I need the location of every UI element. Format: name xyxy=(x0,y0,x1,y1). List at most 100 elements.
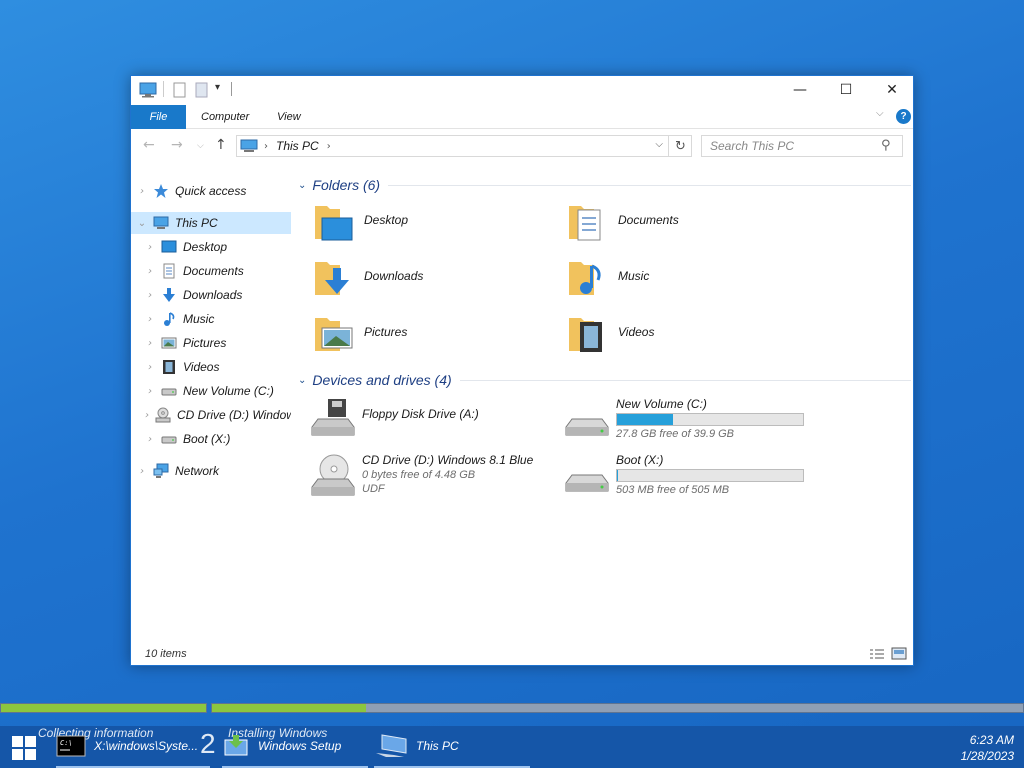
content-pane: ⌄ Folders (6) Desktop Documents Download… xyxy=(294,171,911,641)
this-pc-icon xyxy=(376,734,407,757)
hard-drive-icon xyxy=(565,418,609,436)
nav-item-videos[interactable]: › Videos xyxy=(131,356,291,378)
devices-group-header[interactable]: ⌄ Devices and drives (4) xyxy=(294,369,911,391)
documents-folder-icon xyxy=(569,206,601,241)
customize-quick-access-icon[interactable]: ▾ xyxy=(215,82,220,93)
taskbar-cmd[interactable]: C:\ X:\windows\Syste... xyxy=(56,726,210,768)
cd-drive-icon xyxy=(155,407,171,423)
expand-chevron-icon[interactable]: › xyxy=(137,466,147,477)
folder-documents[interactable]: Documents xyxy=(566,195,816,245)
address-dropdown-icon[interactable]: ⌵ xyxy=(655,139,663,150)
breadcrumb-separator-icon[interactable]: › xyxy=(264,141,268,152)
drive-cd-d[interactable]: CD Drive (D:) Windows 8.1 Blue 0 bytes f… xyxy=(308,453,568,507)
search-input[interactable]: Search This PC xyxy=(701,135,903,157)
ribbon: File Computer View ⌵ ? xyxy=(131,105,913,129)
nav-item-cd-drive-d[interactable]: › CD Drive (D:) Windows 8.1 Blue xyxy=(131,404,291,426)
network-icon xyxy=(153,463,169,478)
nav-item-desktop[interactable]: › Desktop xyxy=(131,236,291,258)
help-icon[interactable]: ? xyxy=(896,109,911,124)
expand-ribbon-icon[interactable]: ⌵ xyxy=(876,108,884,119)
windows-start-icon[interactable] xyxy=(12,736,36,760)
nav-item-this-pc[interactable]: ⌄ This PC xyxy=(131,212,291,234)
usage-bar-x xyxy=(616,469,804,482)
tab-file[interactable]: File xyxy=(131,105,186,129)
nav-item-network[interactable]: › Network xyxy=(131,460,291,482)
search-icon[interactable]: ⚲ xyxy=(881,138,907,153)
details-view-icon[interactable] xyxy=(869,648,885,660)
nav-item-downloads[interactable]: › Downloads xyxy=(131,284,291,306)
music-icon xyxy=(164,312,175,326)
expand-chevron-icon[interactable]: › xyxy=(145,386,155,397)
refresh-icon[interactable]: ↻ xyxy=(668,135,692,157)
folder-videos[interactable]: Videos xyxy=(566,307,816,357)
breadcrumb-this-pc[interactable]: This PC xyxy=(276,139,319,153)
large-icons-view-icon[interactable] xyxy=(891,647,907,661)
nav-item-quick-access[interactable]: › Quick access xyxy=(131,180,291,202)
pc-icon xyxy=(240,139,258,152)
nav-item-music[interactable]: › Music xyxy=(131,308,291,330)
floppy-drive-icon xyxy=(311,399,355,436)
folder-pictures[interactable]: Pictures xyxy=(312,307,562,357)
minimize-button[interactable]: — xyxy=(777,76,823,104)
up-icon[interactable]: ↑ xyxy=(215,137,227,153)
expand-chevron-icon[interactable]: › xyxy=(145,410,149,421)
nav-item-new-volume-c[interactable]: › New Volume (C:) xyxy=(131,380,291,402)
nav-item-documents[interactable]: › Documents xyxy=(131,260,291,282)
expand-chevron-icon[interactable]: › xyxy=(137,186,147,197)
drive-new-volume-c[interactable]: New Volume (C:) 27.8 GB free of 39.9 GB xyxy=(562,397,822,451)
folder-desktop[interactable]: Desktop xyxy=(312,195,562,245)
nav-item-boot-x[interactable]: › Boot (X:) xyxy=(131,428,291,450)
usage-fill xyxy=(617,470,618,481)
drive-floppy-a[interactable]: Floppy Disk Drive (A:) xyxy=(308,397,568,451)
breadcrumb-separator-icon[interactable]: › xyxy=(327,141,331,152)
progress-fill xyxy=(212,704,367,712)
back-icon[interactable]: ← xyxy=(143,137,155,153)
title-bar[interactable]: ▾ — ☐ ✕ xyxy=(131,76,913,104)
expand-chevron-icon[interactable]: › xyxy=(145,242,155,253)
expand-chevron-icon[interactable]: › xyxy=(145,266,155,277)
address-bar[interactable]: › This PC › ⌵ xyxy=(236,135,692,157)
address-row: ← → ⌵ ↑ › This PC › ⌵ ↻ Search This PC ⚲ xyxy=(131,133,913,161)
pictures-icon xyxy=(161,337,177,349)
clock-date: 1/28/2023 xyxy=(960,749,1014,763)
drive-boot-x[interactable]: Boot (X:) 503 MB free of 505 MB xyxy=(562,453,822,507)
usage-bar-c xyxy=(616,413,804,426)
system-clock[interactable]: 6:23 AM 1/28/2023 xyxy=(961,732,1014,764)
collapse-chevron-icon[interactable]: ⌄ xyxy=(137,218,147,229)
expand-chevron-icon[interactable]: › xyxy=(145,314,155,325)
expand-chevron-icon[interactable]: › xyxy=(145,338,155,349)
collapse-chevron-icon[interactable]: ⌄ xyxy=(298,180,306,191)
folders-group-header[interactable]: ⌄ Folders (6) xyxy=(294,174,911,196)
drive-icon xyxy=(161,436,177,444)
new-folder-icon[interactable] xyxy=(195,82,209,98)
divider xyxy=(459,379,911,381)
expand-chevron-icon[interactable]: › xyxy=(145,290,155,301)
folder-downloads[interactable]: Downloads xyxy=(312,251,562,301)
forward-icon[interactable]: → xyxy=(171,137,183,153)
collapse-chevron-icon[interactable]: ⌄ xyxy=(298,375,306,386)
maximize-button[interactable]: ☐ xyxy=(823,76,869,104)
folder-music[interactable]: Music xyxy=(566,251,816,301)
explorer-window: ▾ — ☐ ✕ File Computer View ⌵ ? ← → ⌵ ↑ ›… xyxy=(130,75,914,666)
nav-item-pictures[interactable]: › Pictures xyxy=(131,332,291,354)
divider xyxy=(231,82,232,96)
setup-icon xyxy=(224,735,248,756)
desktop-folder-icon xyxy=(315,206,353,241)
expand-chevron-icon[interactable]: › xyxy=(145,362,155,373)
clock-time: 6:23 AM xyxy=(969,733,1014,747)
setup-progress xyxy=(0,703,1024,713)
cd-drive-icon xyxy=(311,454,355,496)
taskbar-windows-setup[interactable]: Windows Setup xyxy=(222,726,368,768)
videos-icon xyxy=(163,360,175,374)
pictures-folder-icon xyxy=(315,318,353,351)
divider xyxy=(163,81,164,97)
properties-icon[interactable] xyxy=(173,82,187,98)
recent-locations-icon[interactable]: ⌵ xyxy=(197,141,204,151)
item-count: 10 items xyxy=(145,648,187,660)
progress-fill xyxy=(1,704,206,712)
tab-view[interactable]: View xyxy=(277,105,301,129)
tab-computer[interactable]: Computer xyxy=(201,105,249,129)
taskbar-this-pc[interactable]: This PC xyxy=(374,726,530,768)
expand-chevron-icon[interactable]: › xyxy=(145,434,155,445)
close-button[interactable]: ✕ xyxy=(869,76,915,104)
